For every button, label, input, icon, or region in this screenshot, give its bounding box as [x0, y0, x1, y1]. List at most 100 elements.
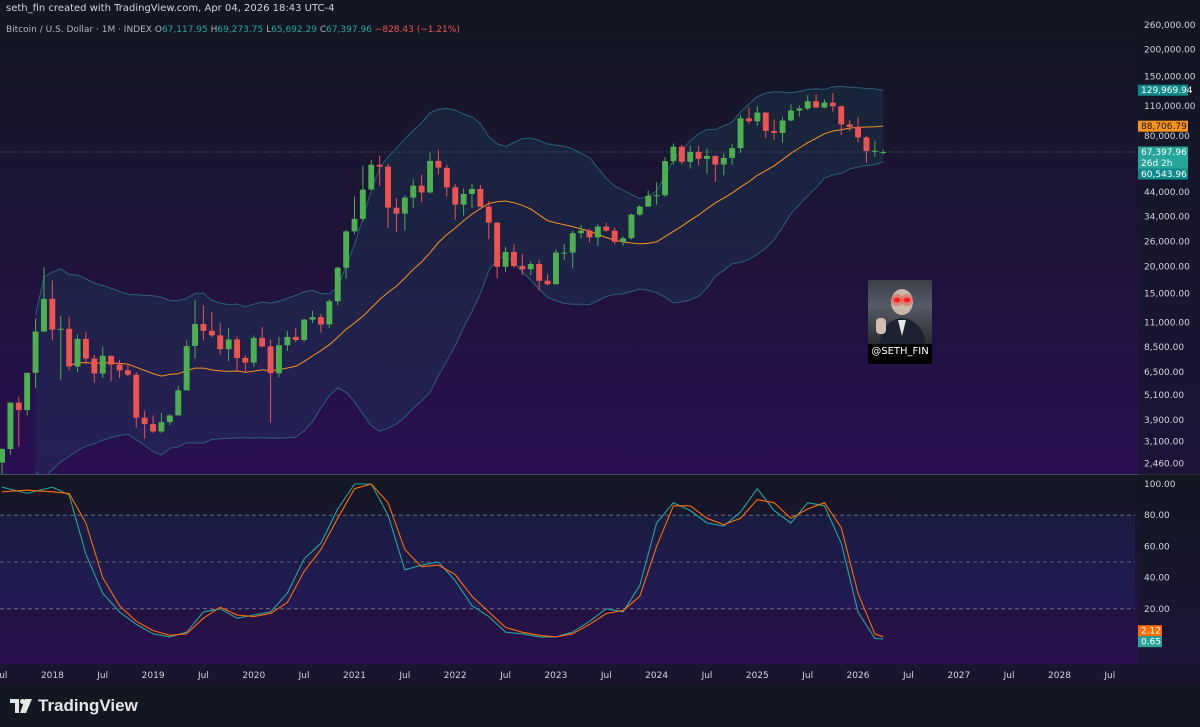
price-tick-label: 150,000.00 — [1144, 73, 1196, 83]
legend-change: −828.43 (−1.21%) — [374, 25, 460, 35]
candle-body — [217, 335, 224, 350]
candle-body — [435, 160, 442, 168]
candle-body — [192, 324, 198, 346]
candle-body — [855, 126, 861, 138]
candle-body — [494, 222, 501, 267]
time-tick-label: Jul — [902, 671, 914, 681]
time-tick-label: Jul — [0, 671, 7, 681]
meme-sticker: @SETH_FIN — [868, 280, 932, 364]
candle-body — [838, 106, 845, 125]
candle-body — [561, 252, 568, 254]
legend-open: 67,117.95 — [161, 25, 208, 35]
candle-body — [645, 195, 652, 207]
candle-body — [452, 187, 459, 205]
candle-body — [0, 449, 6, 463]
candle-body — [393, 207, 400, 214]
candle-body — [418, 185, 425, 193]
candle-body — [469, 189, 475, 194]
candle-body — [746, 118, 752, 122]
candle-body — [594, 226, 601, 238]
candle-body — [502, 251, 509, 267]
candle-body — [401, 197, 408, 214]
candle-body — [359, 189, 366, 219]
time-tick-label: 2023 — [544, 671, 567, 681]
osc-tick-label: 80.00 — [1144, 511, 1170, 521]
candle-body — [133, 374, 140, 418]
candle-body — [351, 218, 358, 232]
chart-screenshot: seth_fin created with TradingView.com, A… — [0, 0, 1200, 727]
price-tick-label: 11,000.00 — [1144, 319, 1190, 329]
candle-body — [704, 156, 710, 159]
price-tick-label: 8,500.00 — [1144, 343, 1184, 353]
candle-body — [368, 164, 375, 190]
candle-body — [343, 231, 350, 268]
candle-body — [410, 185, 417, 198]
candle-body — [292, 336, 299, 340]
candle-body — [712, 156, 719, 165]
symbol-legend: Bitcoin / U.S. Dollar · 1M · INDEX O67,1… — [6, 25, 460, 35]
footer: TradingView — [0, 684, 1200, 727]
candle-body — [544, 280, 551, 285]
candle-body — [720, 157, 727, 165]
candle-body — [536, 264, 543, 281]
candle-body — [326, 301, 333, 325]
candle-body — [821, 102, 828, 108]
candle-body — [208, 330, 215, 336]
candle-body — [141, 417, 148, 424]
time-axis[interactable]: 17Jul2018Jul2019Jul2020Jul2021Jul2022Jul… — [0, 664, 1200, 684]
candle-body — [578, 230, 585, 234]
candle-body — [125, 370, 131, 375]
candle-body — [603, 226, 610, 231]
candle-body — [670, 146, 677, 162]
osc-tick-label: 20.00 — [1144, 605, 1170, 615]
candle-body — [427, 160, 433, 193]
time-tick-label: 2020 — [242, 671, 265, 681]
candle-body — [150, 424, 156, 432]
sticker-handle: @SETH_FIN — [871, 346, 929, 357]
candle-body — [301, 319, 308, 340]
time-tick-label: Jul — [600, 671, 612, 681]
candle-body — [846, 124, 853, 127]
price-tick-label: 3,100.00 — [1144, 438, 1184, 448]
legend-low: 65,692.29 — [271, 25, 317, 35]
candle-body — [813, 101, 819, 108]
time-tick-label: 2026 — [847, 671, 870, 681]
candle-body — [284, 336, 291, 346]
candle-body — [687, 151, 694, 162]
tradingview-logo[interactable]: TradingView — [10, 696, 138, 716]
candle-body — [116, 364, 123, 371]
price-badge-label: 88,706.79 — [1141, 122, 1187, 132]
candle-body — [762, 112, 769, 131]
stoch-rsi-panel[interactable]: 100.00 80.00 60.00 40.00 20.00 2.120.65 — [0, 474, 1200, 664]
candle-body — [620, 238, 626, 242]
candle-body — [32, 331, 39, 373]
osc-tick-label: 60.00 — [1144, 542, 1170, 552]
price-tick-label: 20,000.00 — [1144, 262, 1190, 272]
time-tick-label: Jul — [298, 671, 310, 681]
candle-body — [569, 233, 576, 253]
credit-text: seth_fin created with TradingView.com, A… — [6, 3, 335, 14]
candle-body — [880, 152, 887, 153]
candle-body — [66, 328, 73, 367]
candle-body — [309, 317, 316, 320]
time-tick-label: Jul — [701, 671, 713, 681]
candle-body — [7, 402, 14, 449]
price-badge-label: 60,543.96 — [1141, 170, 1187, 180]
candle-body — [385, 166, 391, 208]
candle-body — [242, 358, 249, 363]
candle-body — [586, 230, 593, 238]
candle-body — [225, 339, 232, 350]
candle-body — [511, 251, 517, 266]
candle-body — [485, 206, 492, 223]
osc-tick-label: 40.00 — [1144, 574, 1170, 584]
price-chart[interactable]: 260,000.00 200,000.00 150,000.00 110,000.00… — [0, 18, 1200, 474]
price-tick-label: 15,000.00 — [1144, 289, 1190, 299]
candle-body — [460, 193, 467, 205]
time-tick-label: Jul — [1003, 671, 1015, 681]
candle-body — [771, 130, 778, 133]
price-tick-label: 34,000.00 — [1144, 212, 1190, 222]
price-tick-label: 5,100.00 — [1144, 391, 1184, 401]
price-tick-label: 110,000.00 — [1144, 102, 1196, 112]
candle-body — [91, 358, 98, 374]
candle-body — [74, 338, 81, 367]
